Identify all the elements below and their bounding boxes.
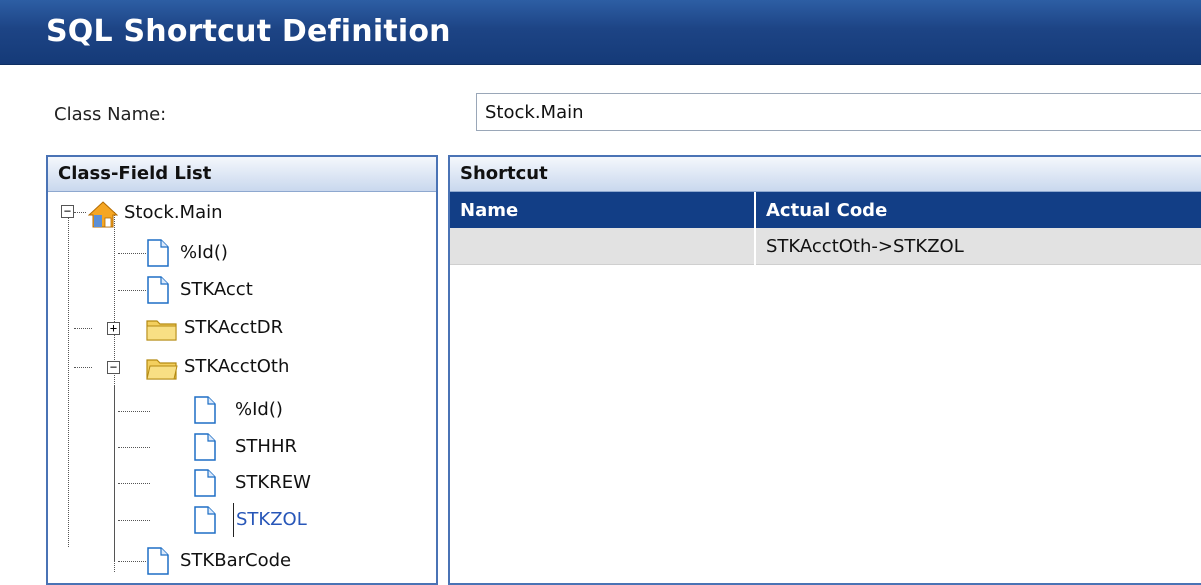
tree-node-label: STKREW	[235, 472, 311, 493]
tree-connector	[118, 447, 150, 448]
table-header-row: Name Actual Code	[450, 192, 1201, 228]
page-title: SQL Shortcut Definition	[46, 14, 451, 49]
class-field-list-panel: Class-Field List − Stock.Main %Id() STKA…	[46, 155, 438, 585]
tree-connector	[74, 328, 92, 329]
tree-node-label: %Id()	[235, 399, 283, 420]
column-header-actual-code[interactable]: Actual Code	[755, 192, 1201, 228]
tree-connector	[114, 212, 115, 572]
tree-connector	[118, 253, 146, 254]
folder-icon	[146, 359, 178, 380]
tree-node-label: STKAcctOth	[184, 356, 290, 377]
collapse-toggle[interactable]: −	[61, 205, 74, 218]
document-icon	[147, 276, 169, 304]
expand-toggle[interactable]: +	[107, 322, 120, 335]
class-name-label: Class Name:	[54, 104, 167, 125]
tree-node-label: STKZOL	[233, 503, 307, 537]
tree-node-field[interactable]: %Id()	[146, 236, 416, 270]
table-row[interactable]: STKAcctOth->STKZOL	[450, 228, 1201, 265]
document-icon	[194, 433, 216, 461]
tree-node-field-selected[interactable]: STKZOL	[193, 503, 423, 537]
tree-connector	[118, 483, 150, 484]
document-icon	[194, 396, 216, 424]
tree-node-root[interactable]: Stock.Main	[88, 196, 428, 230]
tree-node-label: STKAcctDR	[184, 317, 284, 338]
column-header-name[interactable]: Name	[450, 192, 756, 228]
tree-connector	[74, 367, 92, 368]
tree-connector	[118, 411, 150, 412]
tree-node-field[interactable]: %Id()	[193, 393, 423, 427]
tree-node-label: STKBarCode	[180, 550, 292, 571]
tree-node-field[interactable]: STKBarCode	[146, 544, 416, 578]
tree-node-label: STHHR	[235, 436, 297, 457]
cell-name[interactable]	[450, 228, 756, 265]
document-icon	[194, 469, 216, 497]
document-icon	[147, 547, 169, 575]
shortcut-panel: Shortcut Name Actual Code STKAcctOth->ST…	[448, 155, 1201, 585]
tree-node-folder[interactable]: STKAcctOth	[146, 350, 416, 384]
shortcut-table: Name Actual Code STKAcctOth->STKZOL	[450, 192, 1201, 265]
tree-node-label: Stock.Main	[124, 202, 223, 223]
tree-node-folder[interactable]: STKAcctDR	[146, 311, 416, 345]
tree-connector	[118, 561, 146, 562]
tree-node-label: %Id()	[180, 242, 228, 263]
tree-connector	[118, 520, 150, 521]
class-name-input[interactable]	[476, 93, 1201, 131]
shortcut-header: Shortcut	[450, 157, 1201, 192]
title-bar: SQL Shortcut Definition	[0, 0, 1201, 65]
document-icon	[147, 239, 169, 267]
tree-connector	[74, 212, 86, 213]
tree-node-field[interactable]: STKAcct	[146, 273, 416, 307]
house-icon	[88, 201, 118, 228]
class-field-list-header: Class-Field List	[48, 157, 436, 192]
tree-node-field[interactable]: STKREW	[193, 466, 423, 500]
folder-icon	[146, 320, 177, 341]
tree-connector	[68, 211, 69, 547]
tree-node-label: STKAcct	[180, 279, 253, 300]
document-icon	[194, 506, 216, 534]
tree-node-field[interactable]: STHHR	[193, 430, 423, 464]
collapse-toggle[interactable]: −	[107, 361, 120, 374]
cell-actual-code[interactable]: STKAcctOth->STKZOL	[755, 228, 1201, 265]
tree-connector	[118, 290, 146, 291]
